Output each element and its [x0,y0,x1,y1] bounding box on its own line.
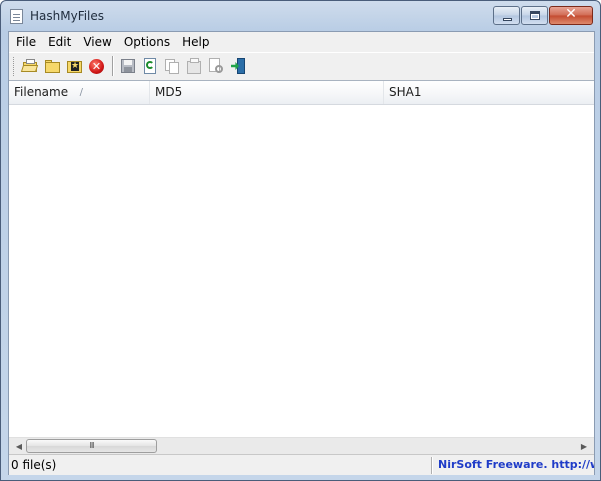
add-wildcard-button[interactable]: ★ [64,56,84,76]
open-folder-button[interactable] [42,56,62,76]
scroll-left-icon[interactable]: ◀ [11,439,27,454]
title-bar[interactable]: HashMyFiles ✕ [1,1,600,31]
exit-button[interactable] [228,56,248,76]
file-count: 0 file(s) [11,458,57,472]
client-area: File Edit View Options Help ★ ✕ Filename… [8,31,595,475]
scrollbar-thumb[interactable]: III [26,439,157,453]
column-header-sha1[interactable]: SHA1 [384,81,594,104]
caption-buttons: ✕ [492,6,593,25]
toolbar: ★ ✕ [9,52,594,79]
sort-indicator-icon: / [79,87,83,98]
app-icon[interactable] [10,9,23,24]
horizontal-scrollbar[interactable]: ◀ III ▶ [9,437,594,454]
status-separator [431,457,433,474]
list-header: Filename / MD5 SHA1 [9,81,594,105]
maximize-icon [530,11,540,20]
window-title: HashMyFiles [30,9,105,23]
properties-button[interactable] [184,56,204,76]
find-button[interactable] [206,56,226,76]
menu-view[interactable]: View [77,33,117,51]
file-list[interactable]: Filename / MD5 SHA1 ◀ III ▶ [9,80,594,454]
menu-bar: File Edit View Options Help [9,32,594,51]
close-icon: ✕ [565,6,577,22]
minimize-icon [503,18,512,21]
column-header-filename[interactable]: Filename / [9,81,150,104]
open-files-button[interactable] [20,56,40,76]
save-button[interactable] [118,56,138,76]
toolbar-separator [112,56,114,76]
status-bar: 0 file(s) NirSoft Freeware. http://www. [9,454,594,475]
scroll-right-icon[interactable]: ▶ [576,439,592,454]
maximize-button[interactable] [521,6,548,25]
copy-button[interactable] [162,56,182,76]
menu-help[interactable]: Help [176,33,215,51]
column-label: SHA1 [389,85,422,99]
app-window: HashMyFiles ✕ File Edit View Options Hel… [0,0,601,481]
column-label: Filename [14,85,69,99]
close-button[interactable]: ✕ [549,6,593,25]
refresh-button[interactable] [140,56,160,76]
menu-options[interactable]: Options [118,33,176,51]
column-label: MD5 [155,85,183,99]
menu-edit[interactable]: Edit [42,33,77,51]
minimize-button[interactable] [493,6,520,25]
stop-button[interactable]: ✕ [86,56,106,76]
toolbar-grip[interactable] [13,56,16,76]
menu-file[interactable]: File [10,33,42,51]
nirsoft-link[interactable]: NirSoft Freeware. http://www. [438,458,594,471]
list-body[interactable] [9,105,594,437]
column-header-md5[interactable]: MD5 [150,81,384,104]
